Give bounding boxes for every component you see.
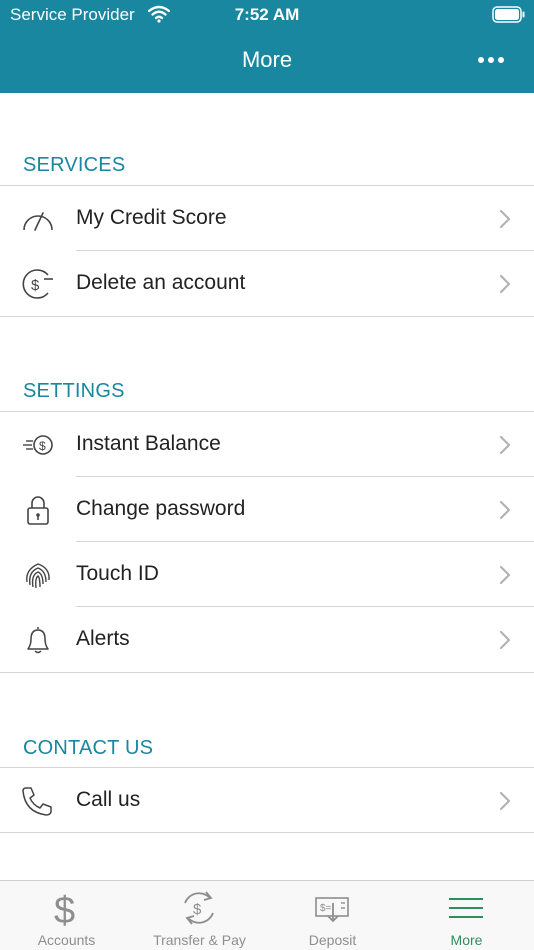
section-title-settings: SETTINGS bbox=[23, 380, 125, 402]
list-item-label: Instant Balance bbox=[76, 432, 221, 455]
dot-icon bbox=[488, 57, 494, 63]
chevron-right-icon bbox=[499, 435, 511, 455]
tab-bar: $ Accounts $ Transfer & Pay $= Deposit M… bbox=[0, 880, 534, 950]
gauge-icon bbox=[23, 212, 53, 231]
divider bbox=[0, 672, 534, 673]
tab-accounts[interactable]: $ Accounts bbox=[0, 881, 133, 950]
fingerprint-icon bbox=[26, 563, 50, 589]
tab-label: Transfer & Pay bbox=[153, 932, 246, 948]
svg-text:$: $ bbox=[39, 439, 46, 453]
hamburger-icon bbox=[449, 898, 483, 918]
svg-text:$: $ bbox=[54, 890, 75, 927]
dollar-icon: $ bbox=[54, 890, 75, 927]
chevron-right-icon bbox=[499, 500, 511, 520]
status-bar: Service Provider 7:52 AM bbox=[0, 0, 534, 32]
svg-text:$: $ bbox=[193, 901, 202, 918]
list-item-label: Change password bbox=[76, 497, 246, 520]
dot-icon bbox=[498, 57, 504, 63]
chevron-right-icon bbox=[499, 630, 511, 650]
chevron-right-icon bbox=[499, 791, 511, 811]
list-item-delete-account[interactable]: $ Delete an account bbox=[0, 251, 534, 316]
tab-label: Deposit bbox=[308, 932, 357, 948]
divider bbox=[0, 316, 534, 317]
list-item-label: My Credit Score bbox=[76, 206, 227, 229]
tab-more[interactable]: More bbox=[400, 881, 533, 950]
chevron-right-icon bbox=[499, 565, 511, 585]
bell-icon bbox=[27, 627, 49, 654]
dollar-minus-icon: $ bbox=[22, 269, 53, 299]
chevron-right-icon bbox=[499, 274, 511, 294]
list-item-call-us[interactable]: Call us bbox=[0, 768, 534, 833]
phone-icon bbox=[22, 787, 52, 816]
lock-icon bbox=[27, 496, 49, 525]
list-item-alerts[interactable]: Alerts bbox=[0, 607, 534, 672]
transfer-icon: $ bbox=[184, 891, 214, 925]
svg-text:$=: $= bbox=[320, 903, 332, 914]
tab-transfer-pay[interactable]: $ Transfer & Pay bbox=[133, 881, 266, 950]
list-item-instant-balance[interactable]: $ Instant Balance bbox=[0, 412, 534, 477]
tab-label: Accounts bbox=[37, 932, 96, 948]
battery-icon bbox=[492, 6, 525, 23]
list-item-label: Alerts bbox=[76, 627, 130, 650]
dot-icon bbox=[478, 57, 484, 63]
chevron-right-icon bbox=[499, 209, 511, 229]
list-item-label: Touch ID bbox=[76, 562, 159, 585]
section-title-contact-us: CONTACT US bbox=[23, 737, 154, 759]
list-item-change-password[interactable]: Change password bbox=[0, 477, 534, 542]
status-time: 7:52 AM bbox=[234, 5, 300, 24]
more-options-button[interactable] bbox=[470, 48, 512, 72]
dollar-coin-fast-icon: $ bbox=[23, 435, 53, 455]
list-item-label: Call us bbox=[76, 788, 141, 811]
list-item-label: Delete an account bbox=[76, 271, 246, 294]
list-item-touch-id[interactable]: Touch ID bbox=[0, 542, 534, 607]
tab-label: More bbox=[450, 932, 483, 948]
svg-text:$: $ bbox=[31, 277, 40, 294]
page-title: More bbox=[241, 47, 293, 72]
divider bbox=[0, 832, 534, 833]
nav-header: Service Provider 7:52 AM More bbox=[0, 0, 534, 93]
list-item-credit-score[interactable]: My Credit Score bbox=[0, 186, 534, 251]
check-deposit-icon: $= bbox=[315, 897, 349, 923]
section-title-services: SERVICES bbox=[23, 154, 126, 176]
tab-deposit[interactable]: $= Deposit bbox=[266, 881, 399, 950]
